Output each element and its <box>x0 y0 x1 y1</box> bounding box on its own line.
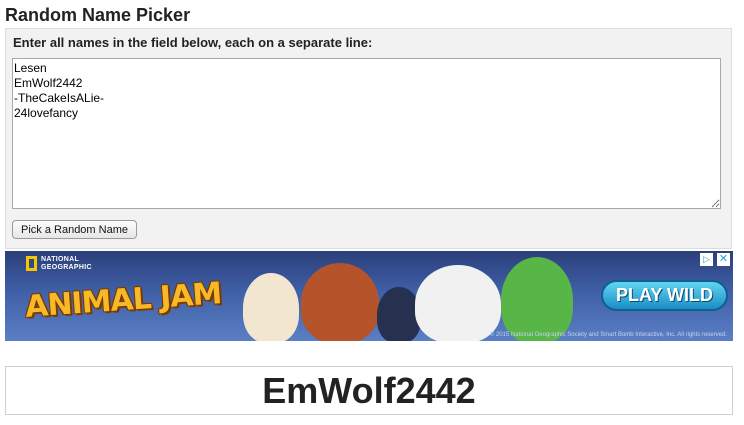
ad-character-bunny <box>243 273 299 341</box>
page-title: Random Name Picker <box>5 5 191 25</box>
national-geographic-frame-icon <box>26 256 37 271</box>
names-textarea[interactable] <box>12 58 721 209</box>
play-wild-button[interactable]: PLAY WILD <box>601 280 728 311</box>
national-geographic-text: NATIONAL GEOGRAPHIC <box>41 256 92 271</box>
animal-jam-logo: ANIMAL JAM <box>24 276 223 325</box>
result-box: EmWolf2442 <box>5 366 733 415</box>
close-icon[interactable]: ✕ <box>717 253 730 266</box>
adchoices-icon[interactable]: ▷ <box>700 253 713 266</box>
picker-panel: Enter all names in the field below, each… <box>5 28 732 249</box>
instructions-label: Enter all names in the field below, each… <box>13 35 373 50</box>
ad-character-raccoon <box>301 263 379 341</box>
pick-random-name-button[interactable]: Pick a Random Name <box>12 220 137 239</box>
picked-name: EmWolf2442 <box>262 370 476 411</box>
ad-copyright: © 2015 National Geographic Society and S… <box>489 332 727 338</box>
ad-banner[interactable]: NATIONAL GEOGRAPHIC ANIMAL JAM PLAY WILD… <box>5 251 733 341</box>
ad-character-panda <box>415 265 501 341</box>
ad-character-crocodile <box>501 257 573 341</box>
national-geographic-logo: NATIONAL GEOGRAPHIC <box>26 256 103 272</box>
